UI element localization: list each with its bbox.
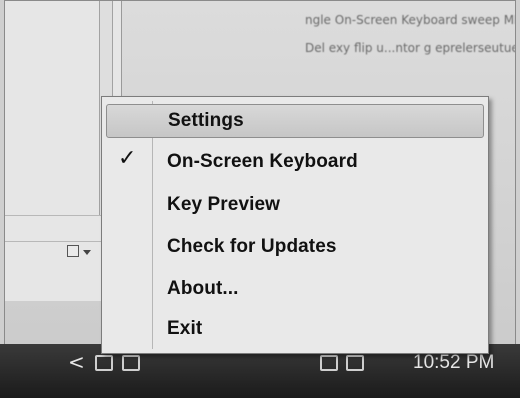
- menu-item-exit[interactable]: Exit: [106, 313, 484, 347]
- checkmark-icon: ✓: [118, 146, 137, 171]
- menu-item-label: Exit: [167, 318, 203, 339]
- menu-item-check-for-updates[interactable]: Check for Updates: [106, 231, 484, 265]
- menu-item-label: About...: [167, 278, 239, 299]
- keyboard-icon[interactable]: [122, 355, 140, 371]
- background-text-line: Del exy flip u...ntor g eprelerseutue ..…: [305, 41, 516, 55]
- menu-item-label: Check for Updates: [167, 236, 337, 257]
- tray-context-menu: Settings ✓ On-Screen Keyboard Key Previe…: [101, 96, 489, 354]
- menu-item-label: Settings: [168, 110, 244, 131]
- menu-item-settings[interactable]: Settings: [106, 104, 484, 138]
- menu-item-on-screen-keyboard[interactable]: ✓ On-Screen Keyboard: [106, 146, 484, 180]
- menu-item-key-preview[interactable]: Key Preview: [106, 189, 484, 223]
- show-hidden-icons-chevron[interactable]: <: [68, 350, 85, 374]
- dropdown-arrow-icon: [83, 250, 91, 255]
- menu-item-label: On-Screen Keyboard: [167, 151, 358, 172]
- notification-icon[interactable]: [95, 355, 113, 371]
- background-text-line: ngle On-Screen Keyboard sweep MENU tr...…: [305, 13, 515, 27]
- menu-item-label: Key Preview: [167, 194, 281, 215]
- menu-gutter-divider: [152, 101, 153, 349]
- volume-icon[interactable]: [346, 355, 364, 371]
- window-icon: [67, 245, 79, 257]
- network-icon[interactable]: [320, 355, 338, 371]
- menu-item-about[interactable]: About...: [106, 273, 484, 307]
- taskbar-clock[interactable]: 10:52 PM: [413, 352, 494, 374]
